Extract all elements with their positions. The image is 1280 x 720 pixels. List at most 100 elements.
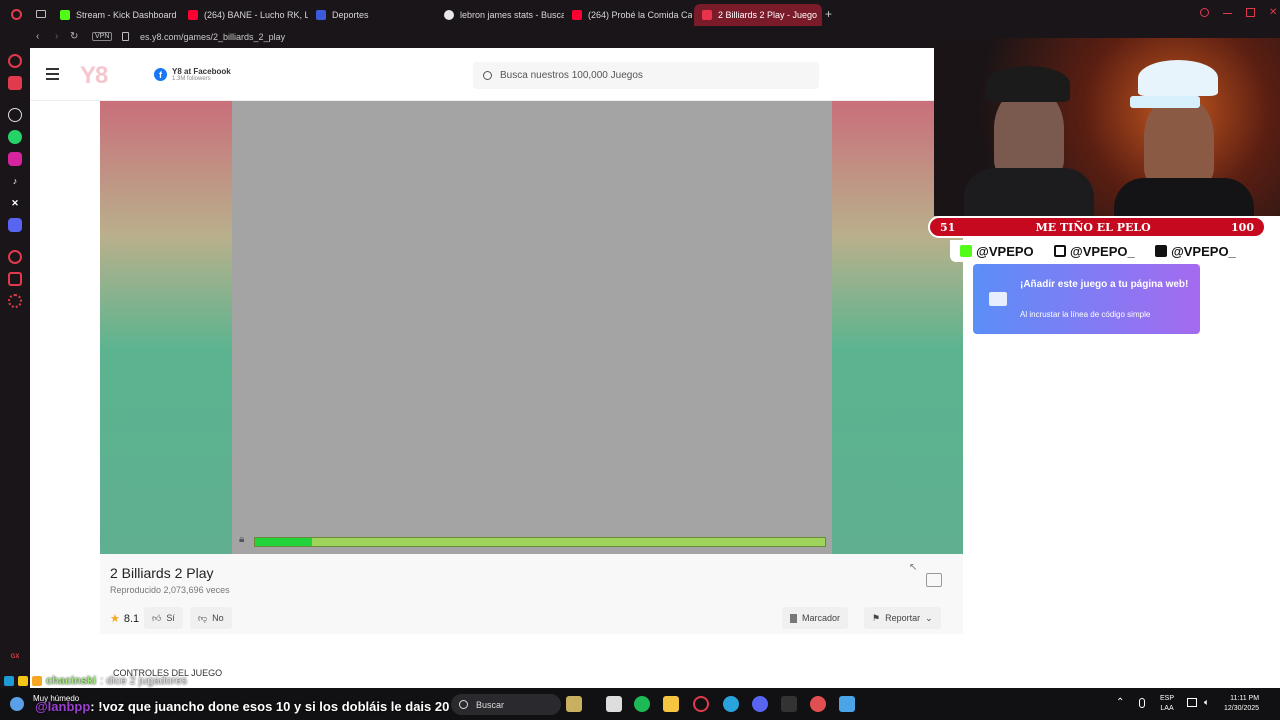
game-rating: ★ 8.1 [110, 612, 140, 626]
tab-youtube-comida[interactable]: (264) Probé la Comida Ca [564, 4, 692, 26]
tiktok-icon[interactable]: ♪ [8, 174, 22, 188]
x-icon[interactable]: ✕ [8, 196, 22, 210]
embed-subtitle: Al incrustar la línea de código simple [1020, 310, 1151, 319]
search-icon [459, 700, 468, 709]
game-canvas[interactable] [232, 101, 832, 554]
instagram-handle-text: @VPEPO_ [1070, 243, 1135, 259]
notepad-icon[interactable] [839, 696, 855, 712]
language-indicator[interactable]: ESP LAA [1160, 694, 1174, 714]
lock-icon: 🔒︎ [239, 534, 245, 545]
microphone-icon[interactable] [1139, 698, 1145, 708]
goal-label: ME TIÑO EL PELO [1035, 220, 1151, 234]
thumbs-up-icon: 👍︎ [152, 612, 162, 623]
chevron-down-icon: ⌄ [925, 612, 933, 623]
task-view-icon[interactable] [606, 696, 622, 712]
tiktok-handle-text: @VPEPO_ [1171, 243, 1236, 259]
settings-icon[interactable] [8, 294, 22, 308]
clock[interactable]: 11:11 PM 12/30/2025 [1224, 694, 1259, 714]
site-logo[interactable]: Y8 [80, 62, 108, 90]
lock-icon [122, 32, 129, 41]
cap-left [986, 66, 1070, 102]
minimize-icon[interactable] [1223, 13, 1232, 14]
youtube-icon [188, 10, 198, 20]
kick-handle-text: @VPEPO [976, 243, 1034, 259]
badge-icon [4, 676, 14, 686]
opera-gx-icon[interactable] [693, 696, 709, 712]
taskbar-search[interactable]: Buscar [451, 694, 561, 715]
facebook-link[interactable]: f Y8 at Facebook 1.3M followers [154, 67, 231, 82]
fullscreen-icon[interactable] [926, 573, 942, 587]
bookmark-button[interactable]: Marcador [782, 607, 849, 629]
youtube-icon [572, 10, 582, 20]
time: 11:11 PM [1230, 695, 1260, 702]
like-label: Sí [166, 613, 175, 623]
dislike-label: No [212, 613, 224, 623]
flag-icon: ⚑ [872, 612, 881, 623]
url-field[interactable]: es.y8.com/games/2_billiards_2_play [140, 32, 285, 42]
close-icon[interactable]: ✕ [1269, 8, 1277, 18]
whatsapp-icon[interactable] [8, 130, 22, 144]
thumbs-down-icon: 👎︎ [198, 612, 208, 623]
search-placeholder: Busca nuestros 100,000 Juegos [500, 70, 643, 81]
app-icon[interactable] [781, 696, 797, 712]
window-controls: ✕ [1200, 8, 1277, 18]
chatgpt-icon[interactable] [8, 108, 22, 122]
chrome-icon[interactable] [810, 696, 826, 712]
tab-youtube-bane[interactable]: (264) BANE - Lucho RK, L [180, 4, 308, 26]
goal-current: 51 [940, 220, 956, 234]
history-icon[interactable] [8, 250, 22, 264]
embed-game-card[interactable]: ¡Añadir este juego a tu página web! Al i… [973, 264, 1200, 334]
badge-icon [32, 676, 42, 686]
stream-socials: @VPEPO @VPEPO_ @VPEPO_ [950, 240, 1246, 262]
tab-lebron-search[interactable]: lebron james stats - Busca [436, 4, 564, 26]
telegram-icon[interactable] [723, 696, 739, 712]
tab-deportes[interactable]: Deportes [308, 4, 436, 26]
volume-icon[interactable]: 🔈︎ [1204, 697, 1209, 708]
game-frame[interactable]: 🔒︎ [100, 101, 963, 554]
pin-icon[interactable] [8, 272, 22, 286]
report-button[interactable]: ⚑ Reportar ⌄ [864, 607, 941, 629]
discord-icon[interactable] [752, 696, 768, 712]
search-input[interactable]: Busca nuestros 100,000 Juegos [473, 62, 819, 89]
like-button[interactable]: 👍︎ Sí [144, 607, 183, 629]
forward-icon[interactable]: › [55, 31, 58, 42]
network-icon[interactable] [1187, 698, 1197, 707]
workspaces-icon[interactable] [36, 10, 46, 18]
rating-value: 8.1 [123, 612, 140, 625]
report-label: Reportar [885, 613, 921, 623]
aria-icon[interactable] [8, 54, 22, 68]
kick-handle: @VPEPO [960, 243, 1034, 259]
back-icon[interactable]: ‹ [36, 31, 39, 42]
loading-bar-fill [255, 538, 312, 546]
spotify-icon[interactable] [634, 696, 650, 712]
weather-icon[interactable] [10, 697, 24, 711]
chat-text: : !voz que juancho done esos 10 y si los… [90, 699, 450, 714]
discord-icon[interactable] [8, 218, 22, 232]
taskbar-search-label: Buscar [476, 699, 505, 710]
chevron-up-icon[interactable]: ⌃ [1116, 697, 1124, 708]
tab-billiards[interactable]: 2 Billiards 2 Play - Juego [694, 4, 822, 26]
maximize-icon[interactable] [1246, 8, 1255, 17]
new-tab-icon[interactable]: + [825, 7, 832, 21]
tab-label: Deportes [332, 10, 369, 20]
chat-message-1: chacinski : dice 2 jugadores [4, 675, 187, 687]
bookmark-label: Marcador [802, 613, 841, 623]
game-info: 2 Billiards 2 Play Reproducido 2,073,696… [100, 554, 963, 634]
search-tabs-icon[interactable] [1200, 8, 1209, 17]
cap-right [1138, 60, 1218, 96]
instagram-icon[interactable] [8, 152, 22, 166]
facebook-title: Y8 at Facebook [172, 67, 231, 76]
tab-kick-dashboard[interactable]: Stream - Kick Dashboard [52, 4, 180, 26]
instagram-icon [1054, 245, 1067, 257]
menu-icon[interactable] [46, 68, 59, 80]
vpn-badge[interactable]: VPN [92, 32, 113, 41]
reload-icon[interactable]: ↻ [70, 31, 78, 42]
kick-icon [960, 245, 973, 257]
tiktok-icon [1155, 245, 1168, 257]
bag-icon[interactable] [8, 76, 22, 90]
widgets-icon[interactable] [566, 696, 582, 712]
dislike-button[interactable]: 👎︎ No [190, 607, 232, 629]
file-explorer-icon[interactable] [663, 696, 679, 712]
gx-icon[interactable]: GX [8, 650, 22, 664]
browser-logo-icon[interactable] [11, 9, 22, 20]
